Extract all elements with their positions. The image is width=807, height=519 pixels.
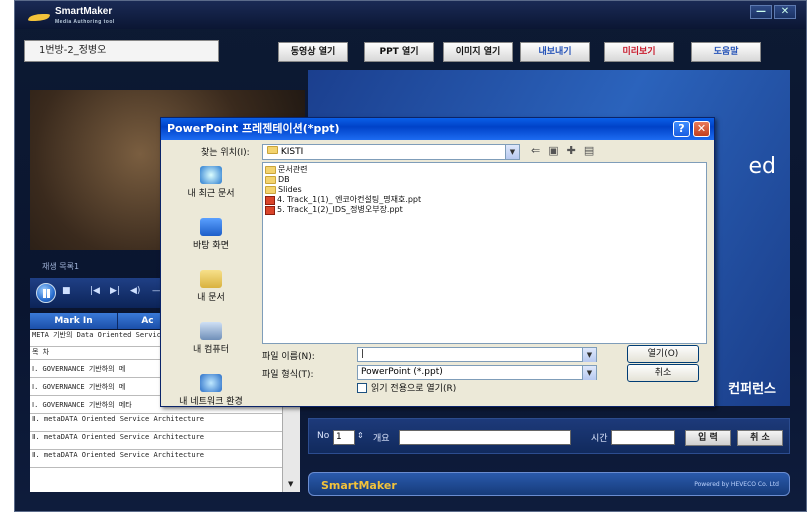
- place-computer[interactable]: 내 컴퓨터: [165, 322, 257, 370]
- look-in-select[interactable]: KISTI ▼: [262, 144, 520, 160]
- folder-icon: [265, 166, 276, 174]
- no-stepper-icon[interactable]: ⇕: [357, 431, 364, 440]
- project-title-field[interactable]: 1번방-2_정병오: [24, 40, 219, 62]
- checkbox-box[interactable]: [357, 382, 367, 393]
- close-button[interactable]: ✕: [774, 5, 796, 19]
- dialog-close-button[interactable]: ✕: [693, 121, 710, 137]
- no-field[interactable]: 1: [333, 430, 355, 445]
- readonly-checkbox[interactable]: 읽기 전용으로 열기(R): [357, 381, 456, 394]
- stop-icon[interactable]: ■: [62, 286, 71, 296]
- footer-powered: Powered by HEVECO Co. Ltd: [694, 481, 779, 488]
- file-item[interactable]: 4. Track_1(1)_ 엔코아컨설팅_명재호.ppt: [265, 195, 704, 205]
- dialog-cancel-button[interactable]: 취소: [627, 364, 699, 382]
- list-item[interactable]: Ⅱ. metaDATA Oriented Service Architectur…: [30, 450, 300, 468]
- filename-label: 파일 이름(N):: [262, 352, 315, 362]
- logo-icon: [29, 11, 51, 23]
- filename-input[interactable]: | ▼: [357, 347, 597, 362]
- view-menu-icon[interactable]: ▤: [584, 144, 594, 157]
- folder-icon: [265, 176, 276, 184]
- image-open-button[interactable]: 이미지 열기: [443, 42, 513, 62]
- dialog-help-button[interactable]: ?: [673, 121, 690, 137]
- place-network[interactable]: 내 네트워크 환경: [165, 374, 257, 422]
- folder-icon: [267, 146, 278, 154]
- logo-text: SmartMaker: [55, 6, 113, 17]
- previous-icon[interactable]: |◀: [90, 286, 100, 296]
- minimize-button[interactable]: —: [750, 5, 772, 19]
- window-buttons: — ✕: [750, 5, 796, 19]
- export-button[interactable]: 내보내기: [520, 42, 590, 62]
- logo-subtitle: Media Authoring tool: [55, 19, 115, 25]
- look-in-value: KISTI: [280, 147, 304, 157]
- ppt-file-icon: [265, 195, 275, 205]
- desktop-icon: [200, 218, 222, 236]
- slide-conference-text: 컨퍼런스: [728, 382, 776, 397]
- playlist-label: 재생 목록1: [42, 262, 80, 271]
- new-folder-icon[interactable]: ✚: [567, 144, 576, 157]
- file-item[interactable]: 문서관련: [265, 165, 704, 175]
- next-icon[interactable]: ▶|: [110, 286, 120, 296]
- footer-logo: SmartMaker: [321, 479, 397, 492]
- ppt-open-button[interactable]: PPT 열기: [364, 42, 434, 62]
- app-titlebar: SmartMaker Media Authoring tool — ✕: [15, 1, 806, 29]
- volume-icon[interactable]: ◀): [130, 286, 140, 296]
- help-button[interactable]: 도움말: [691, 42, 761, 62]
- recent-documents-icon: [200, 166, 222, 184]
- place-desktop[interactable]: 바탕 화면: [165, 218, 257, 266]
- chevron-down-icon[interactable]: ▼: [505, 145, 519, 159]
- filetype-select[interactable]: PowerPoint (*.ppt) ▼: [357, 365, 597, 380]
- pause-icon[interactable]: [36, 283, 56, 303]
- slide-text-fragment: ed: [748, 154, 777, 179]
- network-icon: [200, 374, 222, 392]
- file-item[interactable]: 5. Track_1(2)_IDS_정병오부장.ppt: [265, 205, 704, 215]
- back-icon[interactable]: ⇐: [531, 144, 540, 157]
- dialog-nav-icons: ⇐ ▣ ✚ ▤: [531, 144, 594, 157]
- mark-in-button[interactable]: Mark In: [30, 313, 118, 329]
- look-in-label: 찾는 위치(I):: [201, 148, 250, 158]
- up-folder-icon[interactable]: ▣: [548, 144, 558, 157]
- computer-icon: [200, 322, 222, 340]
- time-field[interactable]: [611, 430, 675, 445]
- folder-icon: [265, 186, 276, 194]
- summary-label: 개요: [373, 434, 390, 444]
- app-logo: SmartMaker Media Authoring tool: [29, 7, 115, 27]
- file-list: 문서관련 DB Slides 4. Track_1(1)_ 엔코아컨설팅_명재호…: [262, 162, 707, 344]
- summary-field[interactable]: [399, 430, 571, 445]
- input-button[interactable]: 입 력: [685, 430, 731, 446]
- no-label: No: [317, 431, 330, 441]
- footer-bar: SmartMaker Powered by HEVECO Co. Ltd: [308, 472, 790, 496]
- ppt-file-icon: [265, 205, 275, 215]
- video-open-button[interactable]: 동영상 열기: [278, 42, 348, 62]
- open-button[interactable]: 열기(O): [627, 345, 699, 363]
- dialog-title-text: PowerPoint 프레젠테이션(*ppt): [167, 122, 340, 135]
- scroll-down-icon[interactable]: ▼: [288, 480, 293, 488]
- cue-input-row: No 1 ⇕ 개요 시간 입 력 취 소: [308, 418, 790, 454]
- chevron-down-icon[interactable]: ▼: [582, 348, 596, 362]
- cancel-button[interactable]: 취 소: [737, 430, 783, 446]
- dialog-title: PowerPoint 프레젠테이션(*ppt) ? ✕: [161, 118, 714, 140]
- places-bar: 내 최근 문서 바탕 화면 내 문서 내 컴퓨터 내 네트워크 환경: [165, 162, 257, 407]
- documents-icon: [200, 270, 222, 288]
- place-documents[interactable]: 내 문서: [165, 270, 257, 318]
- file-item[interactable]: DB: [265, 175, 704, 185]
- open-file-dialog: PowerPoint 프레젠테이션(*ppt) ? ✕ 찾는 위치(I): KI…: [160, 117, 715, 407]
- file-item[interactable]: Slides: [265, 185, 704, 195]
- place-recent[interactable]: 내 최근 문서: [165, 166, 257, 214]
- preview-button[interactable]: 미리보기: [604, 42, 674, 62]
- list-item[interactable]: Ⅱ. metaDATA Oriented Service Architectur…: [30, 432, 300, 450]
- time-label: 시간: [591, 434, 608, 444]
- filetype-label: 파일 형식(T):: [262, 370, 314, 380]
- chevron-down-icon[interactable]: ▼: [582, 366, 596, 380]
